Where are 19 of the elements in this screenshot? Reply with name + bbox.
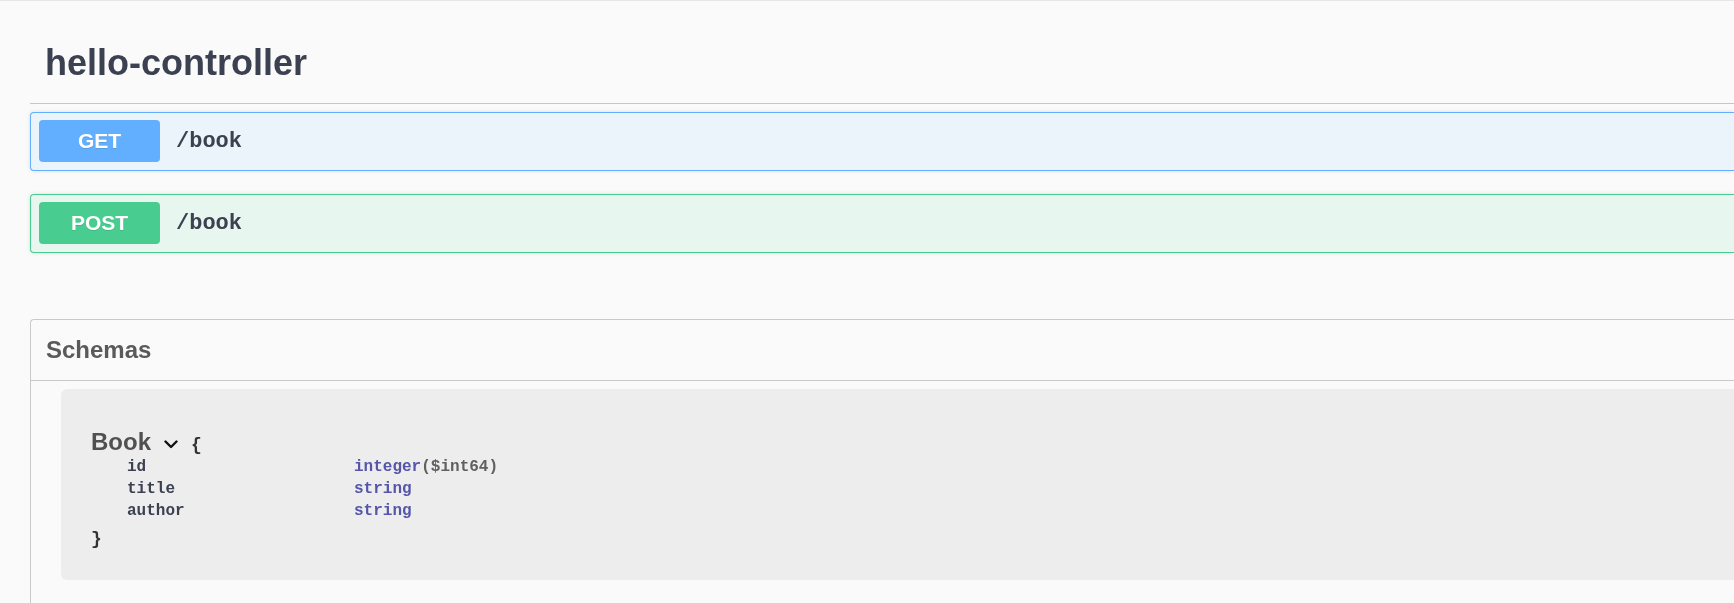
property-name: author [127,502,186,520]
open-brace: { [191,435,202,455]
property-type: string [354,502,412,520]
endpoint-path: /book [176,128,242,154]
property-type: integer [354,458,422,476]
method-badge: GET [39,120,160,162]
property-name: id [127,458,148,476]
chevron-down-icon[interactable] [164,439,178,449]
property-name: title [127,480,176,498]
close-brace: } [91,529,102,549]
schemas-heading: Schemas [31,320,1734,381]
model-name[interactable]: Book [91,430,151,454]
endpoint-path: /book [176,210,242,236]
operation-row[interactable]: GET /book [30,112,1734,171]
property-format: ($int64) [421,458,499,476]
property-type: string [354,480,412,498]
method-badge: POST [39,202,160,244]
section-title: hello-controller [45,45,309,81]
operation-row[interactable]: POST /book [30,194,1734,253]
